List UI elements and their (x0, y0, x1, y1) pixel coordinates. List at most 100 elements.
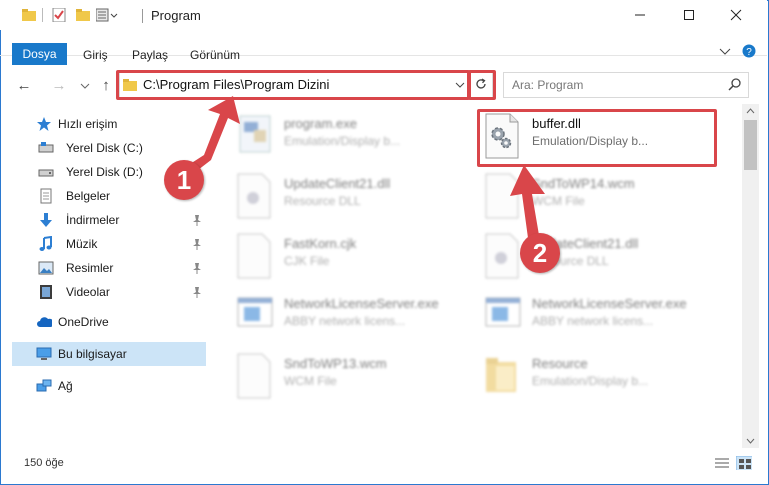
up-button[interactable]: ↑ (97, 76, 115, 94)
file-type: ABBY network licens... (284, 314, 406, 328)
minimize-button[interactable] (617, 0, 663, 30)
star-icon (37, 117, 51, 131)
close-icon (730, 9, 742, 21)
drive-icon (38, 169, 54, 177)
download-icon (40, 213, 52, 227)
tab-home[interactable]: Giriş (83, 48, 108, 62)
sidebar-item-network[interactable]: Ağ (12, 374, 206, 398)
file-name: Resource (532, 356, 588, 371)
file-item[interactable]: UpdateClient21.dll Resource DLL (484, 232, 724, 288)
pin-icon[interactable] (192, 238, 202, 250)
sidebar-item-music[interactable]: Müzik (12, 232, 206, 256)
sidebar-item-onedrive[interactable]: OneDrive (12, 310, 206, 334)
cloud-icon (37, 317, 52, 327)
large-icons-view-icon[interactable] (736, 456, 752, 470)
customize-toolbar-icon[interactable] (96, 8, 118, 22)
new-folder-icon[interactable] (76, 8, 90, 22)
help-icon[interactable]: ? (742, 44, 756, 58)
file-name: program.exe (284, 116, 357, 131)
callout-2: 2 (520, 233, 560, 273)
forward-button[interactable]: → (50, 76, 68, 94)
sidebar-item-pictures[interactable]: Resimler (12, 256, 206, 280)
drive-icon (38, 142, 54, 153)
vertical-scrollbar[interactable] (742, 104, 759, 448)
minimize-icon (635, 14, 645, 16)
file-type: Resource DLL (284, 194, 361, 208)
folder-icon (486, 358, 516, 392)
file-name: UpdateClient21.dll (284, 176, 391, 191)
sidebar-item-videos[interactable]: Videolar (12, 280, 206, 304)
tab-view[interactable]: Görünüm (190, 48, 240, 62)
file-item[interactable]: SndToWP13.wcm WCM File (236, 352, 476, 408)
sidebar-item-downloads[interactable]: İndirmeler (12, 208, 206, 232)
pin-icon[interactable] (192, 214, 202, 226)
file-type: Emulation/Display b... (284, 134, 401, 148)
sidebar-item-quick-access[interactable]: Hızlı erişim (12, 112, 206, 136)
address-highlight (116, 70, 470, 100)
file-type: WCM File (532, 194, 585, 208)
sidebar-item-this-pc[interactable]: Bu bilgisayar (12, 342, 206, 366)
callout-1: 1 (164, 160, 204, 200)
file-name: NetworkLicenseServer.exe (532, 296, 687, 311)
file-icon (237, 353, 271, 399)
item-count: 150 öğe (24, 457, 64, 469)
sidebar-item-label: Hızlı erişim (58, 117, 118, 131)
app-window-icon (237, 297, 273, 327)
buffer-dll-highlight (477, 109, 717, 167)
dll-icon (485, 233, 519, 279)
window-title: Program (151, 8, 201, 23)
svg-text:?: ? (746, 47, 752, 58)
toolbar-separator (42, 8, 43, 22)
file-item[interactable]: Resource Emulation/Display b... (484, 352, 724, 408)
scroll-down-icon[interactable] (746, 438, 755, 444)
ribbon (0, 30, 767, 56)
search-input[interactable]: Ara: Program (512, 78, 583, 92)
maximize-icon (684, 10, 694, 20)
tab-share[interactable]: Paylaş (132, 48, 168, 62)
videos-icon (40, 285, 52, 299)
file-item[interactable]: FastKorn.cjk CJK File (236, 232, 476, 288)
pin-icon[interactable] (192, 286, 202, 298)
file-item[interactable]: UpdateClient21.dll Resource DLL (236, 172, 476, 228)
music-icon (39, 236, 52, 251)
file-type: WCM File (284, 374, 337, 388)
sidebar-item-label: Müzik (66, 237, 98, 251)
maximize-button[interactable] (666, 0, 712, 30)
file-type: Emulation/Display b... (532, 374, 649, 388)
sidebar-item-disk-c[interactable]: Yerel Disk (C:) (12, 136, 206, 160)
file-item[interactable]: NetworkLicenseServer.exe ABBY network li… (484, 292, 724, 348)
tab-file[interactable]: Dosya (12, 43, 67, 65)
file-icon (237, 233, 271, 279)
navigation-pane: Hızlı erişim Yerel Disk (C:) Yerel Disk … (0, 104, 206, 450)
scroll-up-icon[interactable] (746, 108, 755, 114)
scrollbar-thumb[interactable] (744, 120, 757, 170)
sidebar-item-label: Ağ (58, 379, 73, 393)
properties-icon[interactable] (52, 8, 66, 22)
file-item[interactable]: program.exe Emulation/Display b... (236, 112, 476, 168)
file-name: NetworkLicenseServer.exe (284, 296, 439, 311)
sidebar-item-label: Yerel Disk (C:) (66, 141, 143, 155)
dll-icon (237, 173, 271, 219)
pin-icon[interactable] (192, 262, 202, 274)
close-button[interactable] (713, 0, 759, 30)
computer-icon (36, 347, 52, 360)
app-window-icon (485, 297, 521, 327)
documents-icon (40, 188, 52, 204)
file-type: CJK File (284, 254, 330, 268)
file-icon (485, 173, 519, 219)
recent-locations-icon[interactable] (80, 82, 90, 90)
search-icon[interactable] (728, 78, 741, 91)
expand-ribbon-icon[interactable] (719, 46, 731, 56)
refresh-highlight (468, 70, 496, 100)
file-item[interactable]: SndToWP14.wcm WCM File (484, 172, 724, 228)
pictures-icon (38, 261, 54, 275)
sidebar-item-label: OneDrive (58, 315, 109, 329)
sidebar-item-label: İndirmeler (66, 213, 120, 227)
folder-icon[interactable] (22, 8, 36, 22)
title-bar: Program (0, 0, 767, 30)
sidebar-item-label: Resimler (66, 261, 114, 275)
details-view-icon[interactable] (714, 456, 730, 470)
file-item[interactable]: NetworkLicenseServer.exe ABBY network li… (236, 292, 476, 348)
exe-icon (239, 115, 271, 153)
back-button[interactable]: ← (15, 76, 33, 94)
